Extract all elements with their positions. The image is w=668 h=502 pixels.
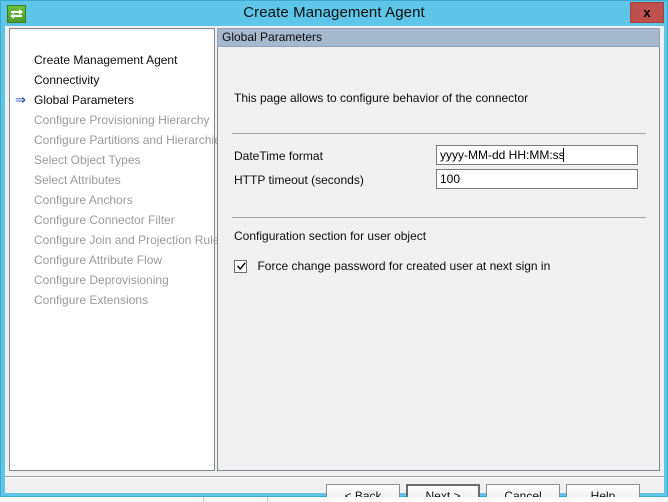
sidebar-item-label: Connectivity (34, 73, 99, 87)
sidebar-item-label: Configure Attribute Flow (34, 253, 162, 267)
title-bar: Create Management Agent x (1, 1, 667, 26)
button-strip-divider-highlight (5, 477, 664, 478)
current-step-arrow-icon (15, 130, 30, 150)
sidebar-item-label: Create Management Agent (34, 53, 177, 67)
sidebar-item-configure-anchors: Configure Anchors (10, 190, 214, 210)
current-step-arrow-icon (15, 210, 30, 230)
sidebar-item-create-management-agent[interactable]: Create Management Agent (10, 50, 214, 70)
force-change-password-row[interactable]: Force change password for created user a… (234, 257, 550, 273)
nav-list: Create Management Agent Connectivity ⇒ G… (10, 50, 214, 310)
user-object-section-title: Configuration section for user object (234, 229, 426, 243)
current-step-arrow-icon (15, 270, 30, 290)
sidebar-item-configure-attribute-flow: Configure Attribute Flow (10, 250, 214, 270)
sidebar-item-label: Configure Join and Projection Rules (34, 233, 225, 247)
current-step-arrow-icon (15, 110, 30, 130)
window-title: Create Management Agent (1, 4, 667, 21)
sidebar-item-select-object-types: Select Object Types (10, 150, 214, 170)
text-caret (563, 148, 564, 162)
divider-bottom (232, 217, 646, 218)
sidebar-item-configure-deprovisioning: Configure Deprovisioning (10, 270, 214, 290)
sidebar-item-label: Select Object Types (34, 153, 141, 167)
sidebar-item-configure-provisioning-hierarchy: Configure Provisioning Hierarchy (10, 110, 214, 130)
sidebar-item-label: Configure Anchors (34, 193, 133, 207)
sidebar-item-label: Configure Provisioning Hierarchy (34, 113, 209, 127)
current-step-arrow-icon (15, 170, 30, 190)
sidebar-item-global-parameters[interactable]: ⇒ Global Parameters (10, 90, 214, 110)
current-step-arrow-icon (15, 190, 30, 210)
sidebar-item-label: Configure Partitions and Hierarchies (34, 133, 227, 147)
create-management-agent-dialog: Create Management Agent x Management Age… (0, 0, 668, 497)
sidebar-item-select-attributes: Select Attributes (10, 170, 214, 190)
sidebar-item-configure-join-and-projection-rules: Configure Join and Projection Rules (10, 230, 214, 250)
sidebar-item-configure-connector-filter: Configure Connector Filter (10, 210, 214, 230)
divider-top (232, 133, 646, 134)
sidebar-item-label: Configure Extensions (34, 293, 148, 307)
http-timeout-input[interactable] (436, 169, 638, 189)
datetime-format-label: DateTime format (234, 149, 323, 163)
page-description: This page allows to configure behavior o… (234, 91, 528, 105)
desktop-strip (0, 497, 668, 502)
sidebar-item-label: Global Parameters (34, 93, 134, 107)
sidebar-item-connectivity[interactable]: Connectivity (10, 70, 214, 90)
desktop-tick-mark (203, 497, 204, 502)
force-change-password-checkbox[interactable] (234, 260, 247, 273)
current-step-arrow-icon (15, 150, 30, 170)
current-step-arrow-icon (15, 250, 30, 270)
sidebar-item-label: Configure Connector Filter (34, 213, 175, 227)
current-step-arrow-icon (15, 70, 30, 90)
sidebar-item-configure-extensions: Configure Extensions (10, 290, 214, 310)
content-pane: This page allows to configure behavior o… (217, 47, 660, 471)
current-step-arrow-icon (15, 50, 30, 70)
close-button[interactable]: x (630, 2, 664, 23)
force-change-password-label: Force change password for created user a… (257, 259, 550, 273)
datetime-format-input[interactable] (436, 145, 638, 165)
desktop-tick-mark (267, 497, 268, 502)
current-step-arrow-icon (15, 290, 30, 310)
http-timeout-label: HTTP timeout (seconds) (234, 173, 364, 187)
nav-pane: Create Management Agent Connectivity ⇒ G… (9, 28, 215, 471)
sidebar-item-configure-partitions-and-hierarchies: Configure Partitions and Hierarchies (10, 130, 214, 150)
dialog-client-area: Management Agent Designer Create Managem… (5, 26, 664, 493)
sidebar-item-label: Configure Deprovisioning (34, 273, 169, 287)
sidebar-item-label: Select Attributes (34, 173, 121, 187)
current-step-arrow-icon (15, 230, 30, 250)
current-step-arrow-icon: ⇒ (15, 90, 30, 110)
content-pane-header: Global Parameters (217, 28, 660, 47)
screenshot-root: Create Management Agent x Management Age… (0, 0, 668, 502)
